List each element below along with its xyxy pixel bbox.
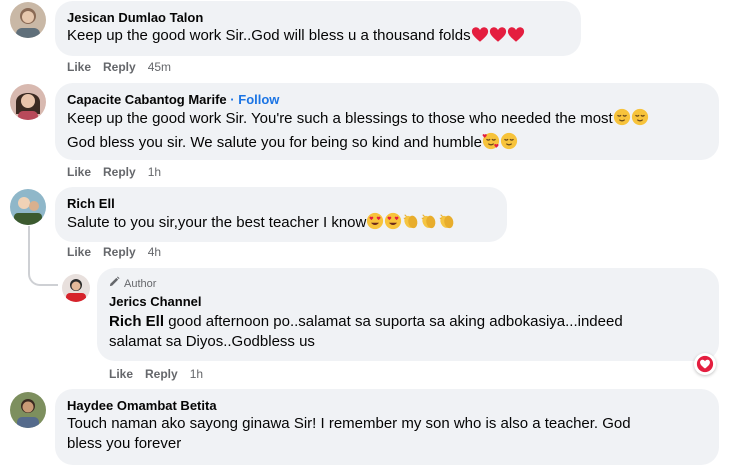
clapping-hands-emoji: [402, 212, 420, 236]
comment-bubble: Jesican Dumlao Talon Keep up the good wo…: [55, 1, 581, 56]
heart-eyes-emoji: [366, 212, 384, 236]
commenter-name[interactable]: Jesican Dumlao Talon: [67, 9, 569, 26]
heart-eyes-emoji: [384, 212, 402, 236]
avatar[interactable]: [10, 84, 46, 120]
author-badge: Author: [109, 276, 707, 291]
separator-dot: ·: [230, 92, 235, 107]
timestamp[interactable]: 1h: [190, 367, 203, 381]
comment-bubble: Rich Ell Salute to you sir,your the best…: [55, 187, 507, 242]
like-button[interactable]: Like: [67, 60, 91, 74]
follow-button[interactable]: Follow: [238, 92, 279, 107]
reply-bubble: Author Jerics Channel Rich Ell good afte…: [97, 268, 719, 361]
avatar[interactable]: [10, 2, 46, 38]
commenter-name[interactable]: Capacite Cabantog Marife: [67, 92, 227, 107]
comment-actions: Like Reply 1h: [67, 165, 173, 179]
avatar[interactable]: [62, 274, 90, 302]
mention-link[interactable]: Rich Ell: [109, 313, 164, 330]
reply-button[interactable]: Reply: [103, 245, 136, 259]
clapping-hands-emoji: [420, 212, 438, 236]
comment-bubble: Haydee Omambat Betita Touch naman ako sa…: [55, 389, 719, 465]
pencil-icon: [109, 276, 120, 291]
comment-text: Keep up the good work Sir. You're such a…: [67, 108, 707, 156]
like-button[interactable]: Like: [109, 367, 133, 381]
smiling-face-with-hearts-emoji: [482, 132, 500, 156]
avatar[interactable]: [10, 189, 46, 225]
timestamp[interactable]: 1h: [148, 165, 161, 179]
avatar[interactable]: [10, 392, 46, 428]
like-button[interactable]: Like: [67, 245, 91, 259]
comment-actions: Like Reply 4h: [67, 245, 173, 259]
thread-line: [28, 226, 30, 266]
comment-text: Touch naman ako sayong ginawa Sir! I rem…: [67, 415, 631, 452]
commenter-name[interactable]: Jerics Channel: [109, 293, 707, 310]
clapping-hands-emoji: [438, 212, 456, 236]
reply-button[interactable]: Reply: [103, 165, 136, 179]
like-button[interactable]: Like: [67, 165, 91, 179]
commenter-name[interactable]: Haydee Omambat Betita: [67, 397, 707, 414]
thread-connector: [28, 262, 58, 286]
comment-actions: Like Reply 1h: [109, 367, 215, 381]
timestamp[interactable]: 4h: [148, 245, 161, 259]
relieved-face-emoji: [613, 108, 631, 132]
love-reaction-icon[interactable]: [694, 353, 716, 375]
relieved-face-emoji: [500, 132, 518, 156]
relieved-face-emoji: [631, 108, 649, 132]
red-heart-emoji: [471, 26, 489, 49]
comment-text: Rich Ell good afternoon po..salamat sa s…: [109, 313, 623, 350]
reply-button[interactable]: Reply: [103, 60, 136, 74]
comment-bubble: Capacite Cabantog Marife · Follow Keep u…: [55, 83, 719, 160]
timestamp[interactable]: 45m: [148, 60, 171, 74]
comment-actions: Like Reply 45m: [67, 60, 183, 74]
comment-text: Salute to you sir,your the best teacher …: [67, 212, 495, 236]
red-heart-emoji: [489, 26, 507, 49]
reply-button[interactable]: Reply: [145, 367, 178, 381]
comment-text: Keep up the good work Sir..God will bles…: [67, 26, 569, 49]
red-heart-emoji: [507, 26, 525, 49]
commenter-name[interactable]: Rich Ell: [67, 195, 495, 212]
